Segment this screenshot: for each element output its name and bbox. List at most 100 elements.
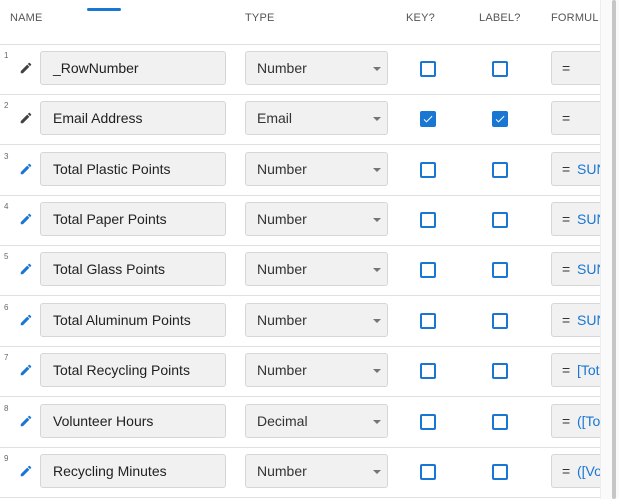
table-row: 7 Total Recycling Points Number = [Tot <box>0 346 600 397</box>
column-header-label[interactable]: LABEL? <box>479 12 521 24</box>
row-number: 9 <box>4 454 9 463</box>
app-formula-field[interactable]: = <box>551 51 600 85</box>
row-number: 3 <box>4 152 9 161</box>
edit-pencil-icon[interactable] <box>19 162 33 176</box>
vertical-scrollbar[interactable] <box>600 0 619 499</box>
table-row: 6 Total Aluminum Points Number = SUN <box>0 296 600 347</box>
table-row: 5 Total Glass Points Number = SUN <box>0 245 600 296</box>
dropdown-caret-icon <box>373 67 381 71</box>
column-type-value: Email <box>257 110 293 126</box>
column-type-value: Number <box>257 161 307 177</box>
column-name-field[interactable]: Total Paper Points <box>40 202 226 236</box>
column-type-select[interactable]: Email <box>245 101 388 135</box>
column-header-type[interactable]: TYPE <box>245 12 275 24</box>
column-type-select[interactable]: Number <box>245 303 388 337</box>
app-formula-field[interactable]: = SUN <box>551 202 600 236</box>
column-type-value: Number <box>257 312 307 328</box>
key-checkbox[interactable] <box>420 262 436 278</box>
dropdown-caret-icon <box>373 369 381 373</box>
formula-equals-sign: = <box>562 413 571 429</box>
table-row: 1 _RowNumber Number = <box>0 44 600 95</box>
column-name-field[interactable]: Total Aluminum Points <box>40 303 226 337</box>
formula-equals-sign: = <box>562 60 571 76</box>
column-type-value: Decimal <box>257 413 308 429</box>
label-checkbox[interactable] <box>492 262 508 278</box>
column-type-value: Number <box>257 362 307 378</box>
dropdown-caret-icon <box>373 268 381 272</box>
formula-text: [Tot <box>577 362 600 378</box>
key-checkbox[interactable] <box>420 313 436 329</box>
column-type-select[interactable]: Number <box>245 202 388 236</box>
table-row: 8 Volunteer Hours Decimal = ([To <box>0 397 600 448</box>
formula-text: SUN <box>577 161 600 177</box>
formula-equals-sign: = <box>562 463 571 479</box>
app-formula-field[interactable]: = ([To <box>551 404 600 438</box>
key-checkbox[interactable] <box>420 363 436 379</box>
edit-pencil-icon[interactable] <box>19 313 33 327</box>
formula-equals-sign: = <box>562 110 571 126</box>
column-type-select[interactable]: Number <box>245 353 388 387</box>
column-type-select[interactable]: Number <box>245 51 388 85</box>
column-name-field[interactable]: Total Recycling Points <box>40 353 226 387</box>
column-name-field[interactable]: Volunteer Hours <box>40 404 226 438</box>
column-type-select[interactable]: Number <box>245 252 388 286</box>
edit-pencil-icon[interactable] <box>19 363 33 377</box>
row-number: 6 <box>4 303 9 312</box>
label-checkbox[interactable] <box>492 212 508 228</box>
key-checkbox[interactable] <box>420 61 436 77</box>
edit-pencil-icon[interactable] <box>19 61 33 75</box>
label-checkbox[interactable] <box>492 464 508 480</box>
app-formula-field[interactable]: = ([Vo <box>551 454 600 488</box>
edit-pencil-icon[interactable] <box>19 262 33 276</box>
app-formula-field[interactable]: = SUN <box>551 252 600 286</box>
formula-equals-sign: = <box>562 161 571 177</box>
column-name-field[interactable]: Email Address <box>40 101 226 135</box>
app-formula-field[interactable]: = SUN <box>551 152 600 186</box>
column-name-field[interactable]: Recycling Minutes <box>40 454 226 488</box>
formula-text: SUN <box>577 211 600 227</box>
app-formula-field[interactable]: = [Tot <box>551 353 600 387</box>
formula-equals-sign: = <box>562 362 571 378</box>
column-header-name[interactable]: NAME <box>10 12 43 24</box>
table-row: 2 Email Address Email = <box>0 94 600 145</box>
column-header-key[interactable]: KEY? <box>406 12 435 24</box>
formula-equals-sign: = <box>562 211 571 227</box>
formula-text: SUN <box>577 261 600 277</box>
column-header-formula[interactable]: FORMUL <box>551 12 599 24</box>
dropdown-caret-icon <box>373 168 381 172</box>
label-checkbox[interactable] <box>492 414 508 430</box>
edit-pencil-icon[interactable] <box>19 212 33 226</box>
app-formula-field[interactable]: = <box>551 101 600 135</box>
column-header-bar: NAME TYPE KEY? LABEL? FORMUL <box>0 0 600 45</box>
edit-pencil-icon[interactable] <box>19 464 33 478</box>
edit-pencil-icon[interactable] <box>19 414 33 428</box>
formula-equals-sign: = <box>562 312 571 328</box>
column-type-select[interactable]: Number <box>245 454 388 488</box>
row-number: 2 <box>4 101 9 110</box>
edit-pencil-icon[interactable] <box>19 111 33 125</box>
key-checkbox[interactable] <box>420 212 436 228</box>
column-name-field[interactable]: Total Glass Points <box>40 252 226 286</box>
key-checkbox[interactable] <box>420 414 436 430</box>
label-checkbox[interactable] <box>492 313 508 329</box>
active-tab-indicator <box>87 8 121 11</box>
column-name-field[interactable]: Total Plastic Points <box>40 152 226 186</box>
dropdown-caret-icon <box>373 420 381 424</box>
formula-text: ([Vo <box>577 463 600 479</box>
key-checkbox[interactable] <box>420 162 436 178</box>
label-checkbox[interactable] <box>492 61 508 77</box>
row-number: 1 <box>4 51 9 60</box>
column-type-value: Number <box>257 463 307 479</box>
column-type-select[interactable]: Decimal <box>245 404 388 438</box>
key-checkbox[interactable] <box>420 464 436 480</box>
label-checkbox[interactable] <box>492 162 508 178</box>
label-checkbox[interactable] <box>492 111 508 127</box>
table-row: 4 Total Paper Points Number = SUN <box>0 195 600 246</box>
app-formula-field[interactable]: = SUN <box>551 303 600 337</box>
key-checkbox[interactable] <box>420 111 436 127</box>
row-number: 8 <box>4 404 9 413</box>
label-checkbox[interactable] <box>492 363 508 379</box>
scrollbar-thumb[interactable] <box>612 0 616 499</box>
column-name-field[interactable]: _RowNumber <box>40 51 226 85</box>
column-type-select[interactable]: Number <box>245 152 388 186</box>
